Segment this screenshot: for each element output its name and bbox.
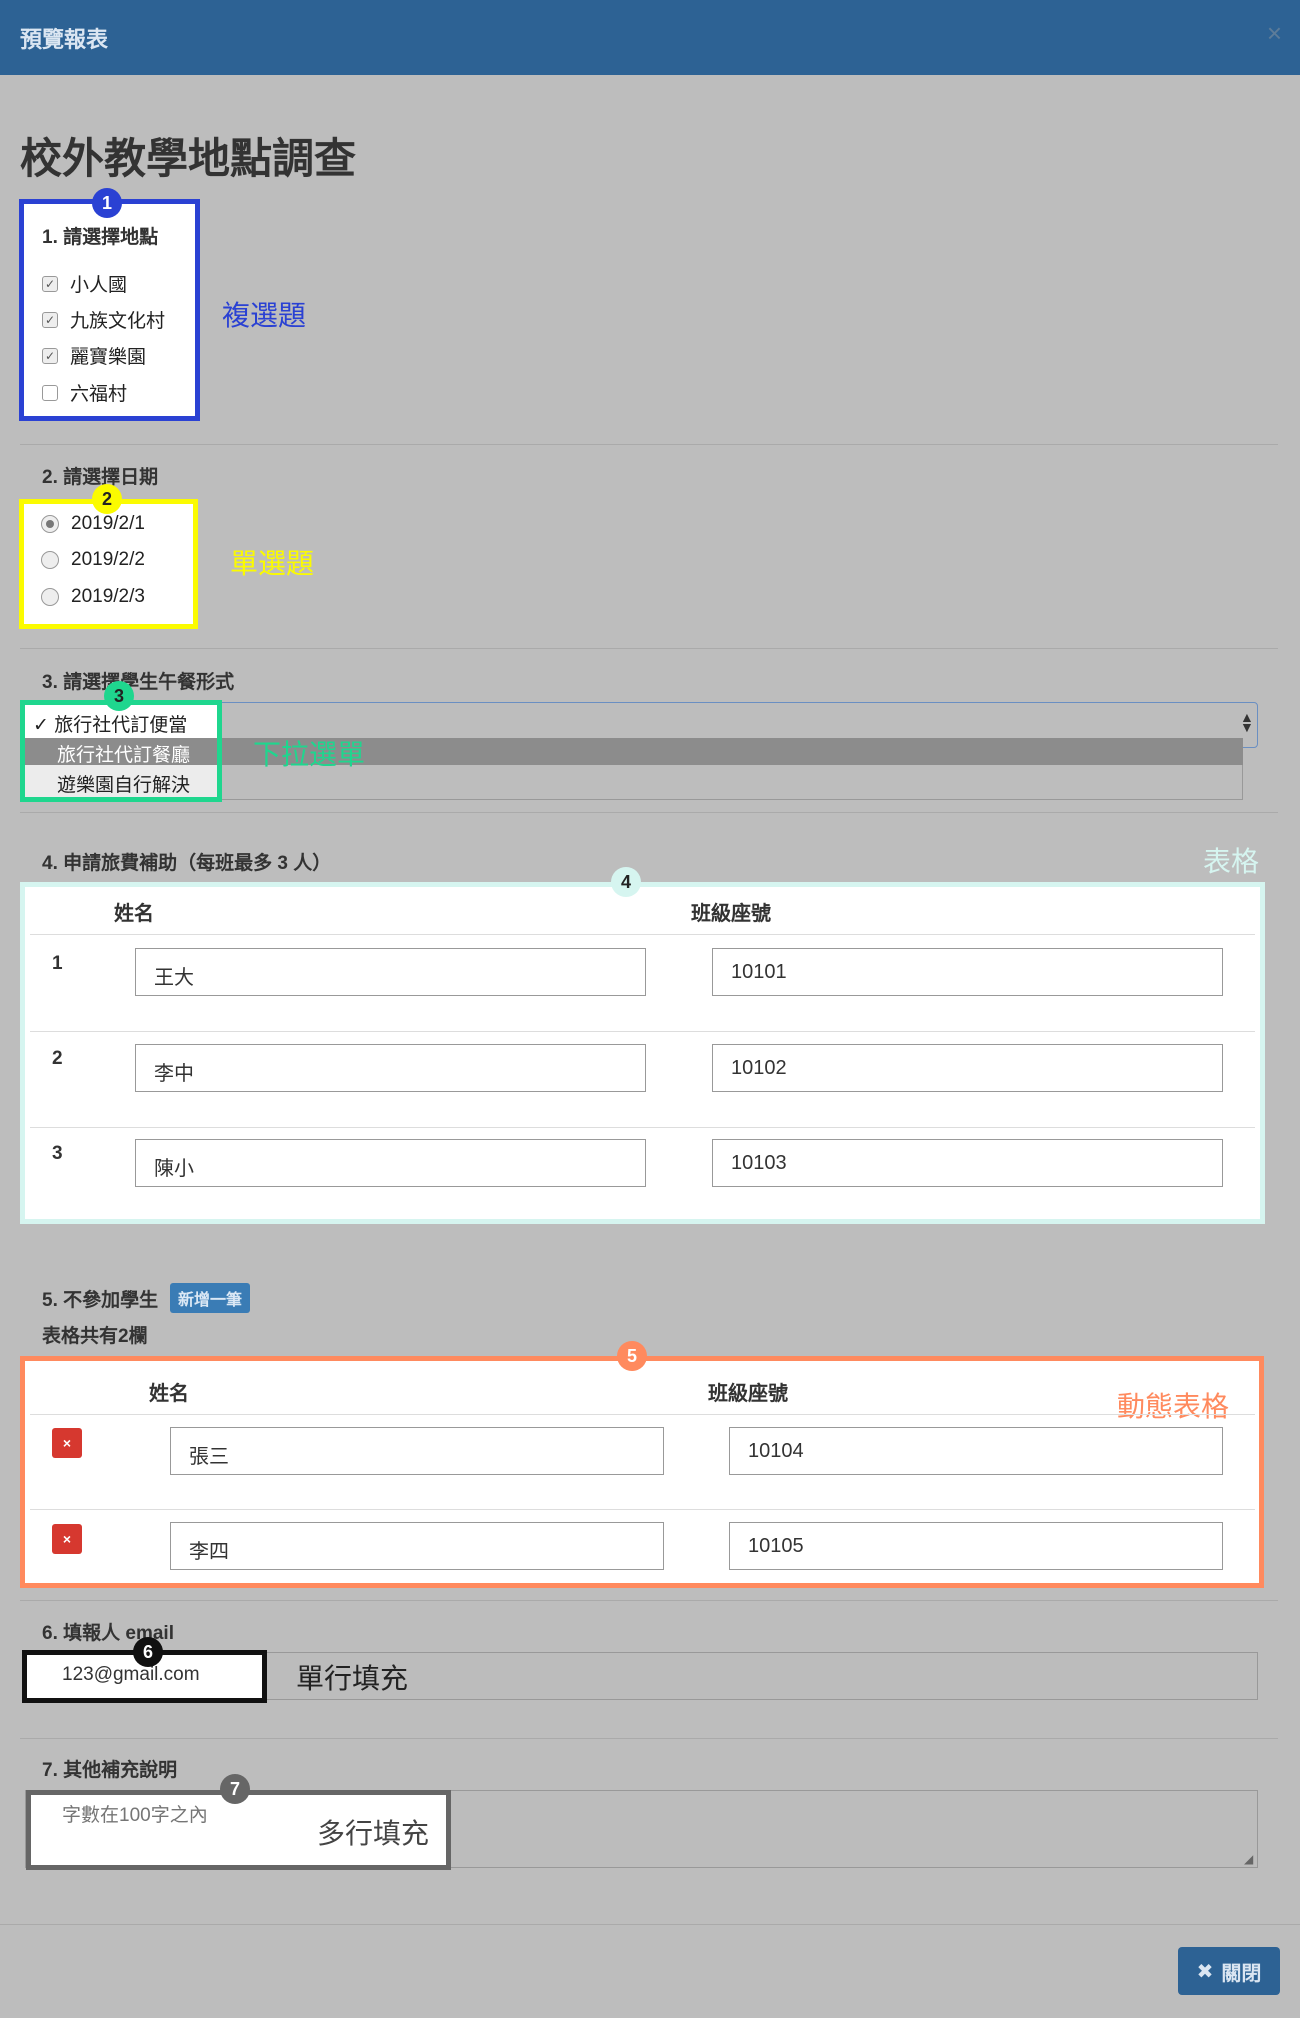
column-header-name: 姓名 (114, 903, 154, 925)
form-title: 校外教學地點調查 (20, 135, 357, 182)
row-divider (30, 934, 1255, 935)
divider (20, 1600, 1278, 1601)
class-number-input[interactable]: 10103 (712, 1139, 1223, 1187)
row-number: 1 (52, 953, 63, 974)
class-number-input[interactable]: 10102 (712, 1044, 1223, 1092)
close-icon: ✖ (1196, 1960, 1214, 1983)
divider (20, 444, 1278, 445)
column-header-name: 姓名 (149, 1383, 189, 1405)
divider (0, 1924, 1300, 1925)
name-input[interactable]: 陳小 (135, 1139, 646, 1187)
row-divider (30, 1509, 1255, 1510)
dropdown-option[interactable]: 遊樂園自行解決 (25, 765, 217, 797)
row-number: 2 (52, 1048, 63, 1069)
row-number: 3 (52, 1143, 63, 1164)
dialog-header: 預覽報表 × (0, 0, 1300, 75)
checkbox-checked-icon[interactable]: ✓ (42, 347, 58, 364)
name-input[interactable]: 王大 (135, 948, 646, 996)
option-label: 2019/2/3 (71, 586, 145, 607)
name-input[interactable]: 李中 (135, 1044, 646, 1092)
row-divider (30, 1127, 1255, 1128)
class-number-input[interactable]: 10104 (729, 1427, 1223, 1475)
name-input[interactable]: 張三 (170, 1427, 664, 1475)
delete-row-button[interactable]: × (52, 1524, 82, 1554)
option-label: 麗寶樂園 (70, 347, 147, 368)
question-label: 7. 其他補充說明 (42, 1760, 178, 1781)
question-label: 1. 請選擇地點 (42, 227, 159, 248)
dialog-title: 預覽報表 (20, 27, 109, 52)
checkbox-unchecked-icon[interactable] (42, 384, 58, 401)
checkmark-icon: ✓ (33, 715, 55, 736)
comment-textarea[interactable] (44, 1795, 344, 1855)
divider (20, 648, 1278, 649)
close-button[interactable]: ✖ 關閉 (1178, 1947, 1280, 1995)
checkbox-option[interactable]: 六福村 (42, 379, 127, 406)
class-number-input[interactable]: 10101 (712, 948, 1223, 996)
option-label: 小人國 (70, 275, 128, 296)
chevron-updown-icon[interactable]: ▲ ▼ (1240, 710, 1254, 734)
radio-option[interactable]: 2019/2/2 (41, 549, 145, 571)
add-row-button[interactable]: 新增一筆 (170, 1283, 251, 1313)
option-label: 六福村 (70, 384, 128, 405)
annotation-note: 複選題 (222, 300, 307, 331)
option-label: 旅行社代訂便當 (54, 715, 188, 736)
delete-row-button[interactable]: × (52, 1428, 82, 1458)
column-header-id: 班級座號 (708, 1383, 788, 1405)
divider (20, 812, 1278, 813)
annotation-note: 動態表格 (1117, 1391, 1230, 1422)
annotation-badge-1: 1 (92, 188, 122, 218)
annotation-badge-3: 3 (104, 681, 134, 711)
annotation-badge-2: 2 (92, 484, 122, 514)
annotation-note: 下拉選單 (253, 739, 366, 770)
radio-empty-icon[interactable] (41, 588, 59, 606)
close-icon[interactable]: × (1267, 18, 1282, 49)
radio-empty-icon[interactable] (41, 551, 59, 569)
question-label: 4. 申請旅費補助（每班最多 3 人） (42, 853, 332, 874)
annotation-note: 單行填充 (296, 1663, 409, 1694)
radio-option[interactable]: 2019/2/1 (41, 513, 145, 535)
dropdown-option-highlighted[interactable]: 旅行社代訂餐廳 (25, 738, 217, 766)
annotation-note: 表格 (1203, 846, 1260, 877)
column-header-id: 班級座號 (691, 903, 771, 925)
checkbox-checked-icon[interactable]: ✓ (42, 275, 58, 292)
checkbox-option[interactable]: ✓ 小人國 (42, 270, 127, 297)
annotation-note: 多行填充 (317, 1818, 430, 1849)
question-label: 5. 不參加學生 (42, 1290, 159, 1311)
option-label: 九族文化村 (70, 311, 166, 332)
annotation-badge-5: 5 (617, 1341, 647, 1371)
email-field[interactable]: 123@gmail.com (62, 1664, 200, 1686)
annotation-note: 單選題 (230, 548, 315, 579)
option-label: 2019/2/2 (71, 549, 145, 570)
table-summary: 表格共有2欄 (42, 1326, 148, 1347)
name-input[interactable]: 李四 (170, 1522, 664, 1570)
radio-option[interactable]: 2019/2/3 (41, 586, 145, 608)
annotation-badge-7: 7 (220, 1774, 250, 1804)
class-number-input[interactable]: 10105 (729, 1522, 1223, 1570)
resize-handle-icon[interactable]: ◢ (1244, 1852, 1253, 1866)
checkbox-option[interactable]: ✓ 九族文化村 (42, 306, 165, 333)
radio-selected-icon[interactable] (41, 515, 59, 533)
checkbox-option[interactable]: ✓ 麗寶樂園 (42, 342, 146, 369)
close-label: 關閉 (1221, 1962, 1262, 1985)
row-divider (30, 1031, 1255, 1032)
row-divider (30, 1414, 1255, 1415)
divider (20, 1738, 1278, 1739)
annotation-badge-4: 4 (611, 867, 641, 897)
option-label: 2019/2/1 (71, 513, 145, 534)
question-label: 3. 請選擇學生午餐形式 (42, 672, 235, 693)
checkbox-checked-icon[interactable]: ✓ (42, 311, 58, 328)
annotation-badge-6: 6 (133, 1637, 163, 1667)
